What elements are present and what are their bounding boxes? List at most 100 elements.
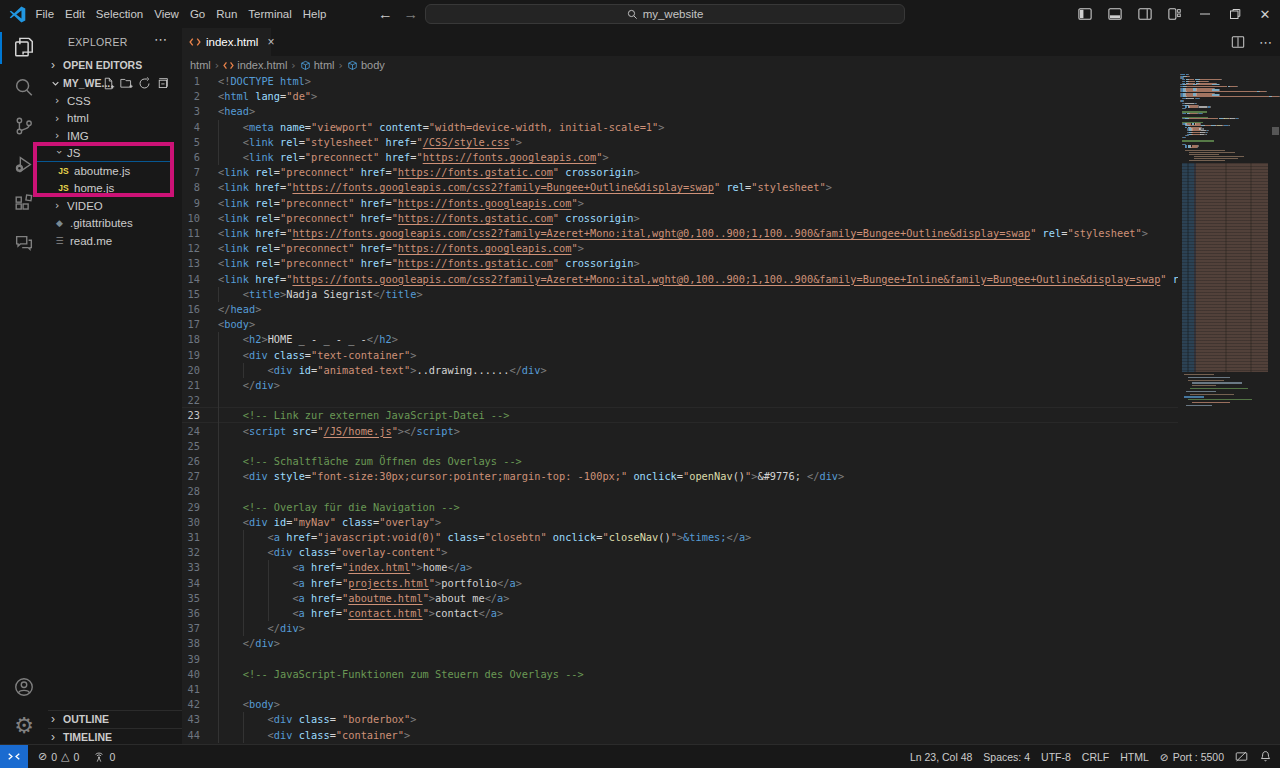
code-editor[interactable]: <!DOCTYPE html><html lang="de"><head> <m… [182,74,1178,744]
menu-help[interactable]: Help [297,0,332,28]
new-folder-icon[interactable] [120,77,133,90]
nav-back-icon[interactable]: ← [378,6,393,22]
code-line-30: <div id="myNav" class="overlay"> [218,515,441,530]
html-file-icon [189,37,201,47]
explorer-icon[interactable] [0,29,48,67]
split-editor-icon[interactable] [1231,35,1245,49]
code-line-9: <link rel="preconnect" href="https://fon… [218,196,584,211]
collapse-all-icon[interactable] [156,77,169,90]
ports-status[interactable]: 0 [93,751,115,763]
layout-panel-icon[interactable] [1100,0,1130,28]
menu-go[interactable]: Go [184,0,210,28]
project-section[interactable]: MY_WE... [48,74,182,92]
tab-index-html[interactable]: index.html × [182,28,271,56]
code-line-35: <a href="aboutme.html">about me</a> [218,591,509,606]
code-line-1: <!DOCTYPE html> [218,74,311,89]
code-line-3: <head> [218,104,255,119]
language-mode[interactable]: HTML [1120,751,1149,763]
outline-section[interactable]: ›OUTLINE [48,710,182,728]
menu-bar: FileEditSelectionViewGoRunTerminalHelp [30,0,332,28]
tree-item-html[interactable]: ›html [48,110,182,128]
tab-label: index.html [206,36,258,48]
encoding[interactable]: UTF-8 [1041,751,1071,763]
code-line-43: <div class= "borderbox"> [218,712,416,727]
tree-item-read-me[interactable]: ☰read.me [48,232,182,250]
breadcrumb-html-0[interactable]: html [190,59,211,71]
layout-sidebar-left-icon[interactable] [1070,0,1100,28]
tree-item--gitattributes[interactable]: ◆.gitattributes [48,215,182,233]
breadcrumb-body-3[interactable]: body [347,59,385,71]
breadcrumb-html-2[interactable]: html [300,59,335,71]
notifications-bell-icon[interactable] [1259,750,1272,763]
layout-sidebar-right-icon[interactable] [1130,0,1160,28]
problems-status[interactable]: ⊘0 △0 [38,750,79,763]
indentation[interactable]: Spaces: 4 [983,751,1030,763]
remote-indicator[interactable] [0,745,28,768]
source-control-icon[interactable] [0,107,48,145]
breadcrumb-index-html-1[interactable]: index.html [223,59,287,71]
tree-item-video[interactable]: ›VIDEO [48,197,182,215]
code-line-17: <body> [218,317,255,332]
screencast-off-icon[interactable] [1235,750,1248,763]
menu-edit[interactable]: Edit [60,0,91,28]
code-line-13: <link rel="preconnect" href="https://fon… [218,256,640,271]
account-icon[interactable] [0,668,48,706]
explorer-sidebar: EXPLORER ⋯ ›OPEN EDITORS MY_WE... ›CSS›h… [48,28,182,744]
settings-gear-icon[interactable]: ⚙ [0,706,48,744]
overview-ruler-marker [1272,127,1279,135]
explorer-title: EXPLORER [68,36,128,48]
menu-run[interactable]: Run [211,0,243,28]
code-line-27: <div style="font-size:30px;cursor:pointe… [218,469,844,484]
nav-forward-icon[interactable]: → [404,6,419,22]
code-line-8: <link href="https://fonts.googleapis.com… [218,180,832,195]
editor-more-actions-icon[interactable]: ⋯ [1259,35,1272,50]
menu-file[interactable]: File [30,0,60,28]
code-line-4: <meta name="viewport" content="width=dev… [218,120,664,135]
code-line-38: </div> [218,636,280,651]
explorer-more-actions-icon[interactable]: ⋯ [154,32,168,47]
vscode-window: FileEditSelectionViewGoRunTerminalHelp ←… [0,0,1280,768]
code-line-19: <div class="text-container"> [218,348,416,363]
vscode-logo-icon [9,6,26,23]
cursor-position[interactable]: Ln 23, Col 48 [910,751,972,763]
code-line-34: <a href="projects.html">portfolio</a> [218,576,522,591]
layout-customize-icon[interactable] [1160,0,1190,28]
code-line-32: <div class="overlay-content"> [218,545,447,560]
window-close-icon[interactable]: ✕ [1250,0,1280,28]
search-value: my_website [643,8,704,20]
search-sidebar-icon[interactable] [0,68,48,106]
menu-terminal[interactable]: Terminal [243,0,297,28]
code-line-12: <link rel="preconnect" href="https://fon… [218,241,584,256]
port-status[interactable]: ⊘Port : 5500 [1160,751,1224,763]
minimap[interactable] [1178,74,1272,744]
status-bar: ⊘0 △0 0 Ln 23, Col 48 Spaces: 4 UTF-8 CR… [0,744,1280,768]
code-line-21: </div> [218,378,280,393]
menu-selection[interactable]: Selection [90,0,148,28]
comments-icon[interactable] [0,224,48,262]
tree-item-css[interactable]: ›CSS [48,92,182,110]
code-line-5: <link rel="stylesheet" href="/CSS/style.… [218,135,522,150]
menu-view[interactable]: View [149,0,185,28]
code-line-11: <link href="https://fonts.googleapis.com… [218,226,1148,241]
code-line-6: <link rel="preconnect" href="https://fon… [218,150,609,165]
tab-close-icon[interactable]: × [267,35,274,49]
breadcrumbs: html›index.html›html›body [182,56,1280,74]
code-line-33: <a href="index.html">home</a> [218,560,472,575]
window-restore-icon[interactable] [1220,0,1250,28]
command-center-search[interactable]: my_website [425,4,905,24]
window-minimize-icon[interactable] [1190,0,1220,28]
code-line-40: <!-- JavaScript-Funktionen zum Steuern d… [218,667,584,682]
timeline-section[interactable]: ›TIMELINE [48,728,182,744]
eol-sequence[interactable]: CRLF [1082,751,1109,763]
code-line-7: <link rel="preconnect" href="https://fon… [218,165,640,180]
code-line-44: <div class="container"> [218,728,410,743]
code-line-36: <a href="contact.html">contact</a> [218,606,503,621]
new-file-icon[interactable] [102,77,115,90]
title-bar: FileEditSelectionViewGoRunTerminalHelp ←… [0,0,1280,28]
code-line-18: <h2>HOME _ - _ - _ -</h2> [218,332,398,347]
code-line-29: <!-- Overlay für die Navigation --> [218,500,460,515]
symbol-icon [347,60,358,71]
minimap-overflow-block [1180,163,1268,372]
refresh-icon[interactable] [138,77,151,90]
open-editors-section[interactable]: ›OPEN EDITORS [48,56,182,74]
